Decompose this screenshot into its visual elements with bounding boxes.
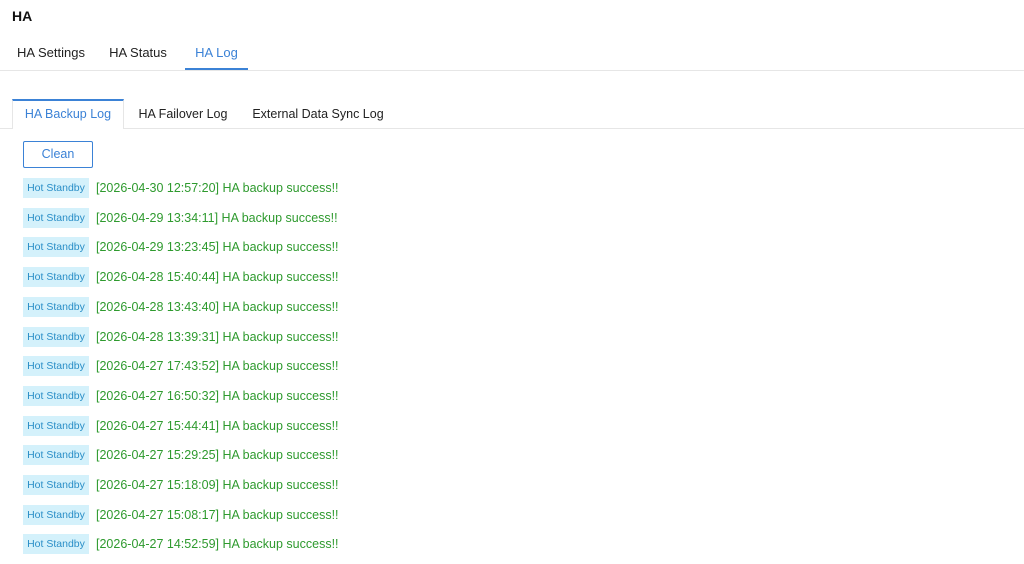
mode-badge: Hot Standby (23, 178, 89, 198)
mode-badge: Hot Standby (23, 267, 89, 288)
log-message: [2026-04-27 15:44:41] HA backup success!… (96, 418, 339, 433)
log-message: [2026-04-27 15:29:25] HA backup success!… (96, 448, 339, 463)
log-message: [2026-04-27 17:43:52] HA backup success!… (96, 359, 339, 374)
tab-ha-backup-log[interactable]: HA Backup Log (12, 99, 124, 129)
log-message: [2026-04-27 14:52:59] HA backup success!… (96, 537, 339, 552)
tab-ha-failover-log[interactable]: HA Failover Log (129, 99, 237, 127)
mode-badge: Hot Standby (23, 207, 89, 228)
mode-badge: Hot Standby (23, 504, 89, 525)
mode-badge: Hot Standby (23, 385, 89, 406)
log-message: [2026-04-28 15:40:44] HA backup success!… (96, 270, 339, 285)
tab-ha-settings[interactable]: HA Settings (12, 36, 90, 69)
mode-badge: Hot Standby (23, 415, 89, 436)
log-message: [2026-04-27 16:50:32] HA backup success!… (96, 388, 339, 403)
clean-button[interactable]: Clean (23, 141, 93, 168)
log-message: [2026-04-27 15:08:17] HA backup success!… (96, 507, 339, 522)
tab-ha-log[interactable]: HA Log (185, 36, 248, 70)
mode-badge: Hot Standby (23, 475, 89, 495)
page-title: HA (12, 8, 33, 24)
mode-badge: Hot Standby (23, 326, 89, 347)
mode-badge: Hot Standby (23, 356, 89, 377)
log-message: [2026-04-30 12:57:20] HA backup success!… (96, 181, 339, 195)
mode-badge: Hot Standby (23, 296, 89, 317)
mode-badge: Hot Standby (23, 237, 89, 258)
log-type-tab-bar: HA Backup Log HA Failover Log External D… (0, 99, 1024, 129)
tab-ha-status[interactable]: HA Status (100, 36, 176, 69)
log-message: [2026-04-27 15:18:09] HA backup success!… (96, 478, 339, 492)
top-tab-bar: HA Settings HA Status HA Log (0, 36, 1024, 71)
log-message: [2026-04-28 13:39:31] HA backup success!… (96, 329, 339, 344)
mode-badge: Hot Standby (23, 445, 89, 466)
tab-external-data-sync-log[interactable]: External Data Sync Log (246, 99, 390, 127)
log-message: [2026-04-28 13:43:40] HA backup success!… (96, 299, 339, 314)
log-message: [2026-04-29 13:23:45] HA backup success!… (96, 240, 339, 255)
log-message: [2026-04-29 13:34:11] HA backup success!… (96, 210, 338, 225)
mode-badge: Hot Standby (23, 534, 89, 555)
